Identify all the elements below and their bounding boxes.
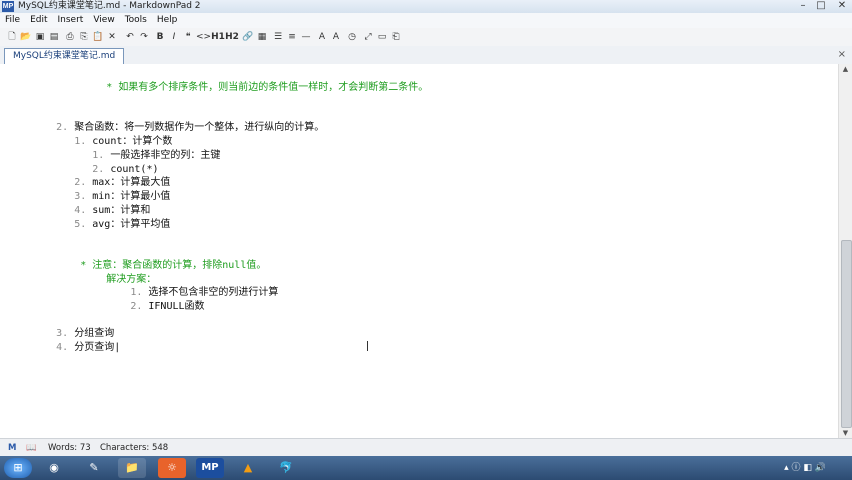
list-number: 2. <box>130 301 149 312</box>
preview-icon[interactable]: ⤢ <box>362 31 374 43</box>
redo-icon[interactable]: ↷ <box>138 31 150 43</box>
taskbar-chrome-icon[interactable]: ◉ <box>40 458 68 478</box>
font-larger-icon[interactable]: A <box>330 31 342 43</box>
minimize-button[interactable]: – <box>794 0 812 12</box>
quote-icon[interactable]: ❝ <box>182 31 194 43</box>
title-bar: MP MySQL约束课堂笔记.md - MarkdownPad 2 – □ ✕ <box>0 0 852 14</box>
line-text: IFNULL函数 <box>148 301 205 312</box>
taskbar-paint-icon[interactable]: ✎ <box>80 458 108 478</box>
menu-edit[interactable]: Edit <box>25 13 52 28</box>
markdown-mode-icon[interactable]: M <box>8 439 16 457</box>
menu-help[interactable]: Help <box>152 13 183 28</box>
taskbar-dolphin-icon[interactable]: 🐬 <box>272 458 300 478</box>
scrollbar-thumb[interactable] <box>841 240 852 428</box>
book-icon[interactable]: 📖 <box>26 439 37 457</box>
mouse-ibeam-cursor <box>367 341 370 351</box>
word-count: Words: 73 <box>48 443 91 453</box>
scroll-down-icon[interactable]: ▼ <box>839 428 852 438</box>
line-text: 如果有多个排序条件，则当前边的条件值一样时，才会判断第二条件。 <box>118 82 429 93</box>
bold-icon[interactable]: B <box>154 31 166 43</box>
italic-icon[interactable]: I <box>168 31 180 43</box>
new-file-icon[interactable]: 🗋 <box>6 31 18 43</box>
image-icon[interactable]: ▦ <box>256 31 268 43</box>
text-line-8: 5. avg：计算平均值 <box>20 205 170 244</box>
window-title: MySQL约束课堂笔记.md - MarkdownPad 2 <box>18 1 201 11</box>
maximize-button[interactable]: □ <box>812 0 830 12</box>
line-text: avg：计算平均值 <box>92 219 171 230</box>
menu-insert[interactable]: Insert <box>53 13 89 28</box>
horizontal-rule-icon[interactable]: — <box>300 31 312 43</box>
heading2-icon[interactable]: H2 <box>225 31 239 43</box>
menu-tools[interactable]: Tools <box>120 13 152 28</box>
tab-document[interactable]: MySQL约束课堂笔记.md <box>4 48 125 64</box>
vertical-scrollbar[interactable]: ▲ ▼ <box>838 64 852 438</box>
save-all-icon[interactable]: ▤ <box>48 31 60 43</box>
menu-bar: File Edit Insert View Tools Help <box>0 13 852 28</box>
print-icon[interactable]: ⎙ <box>64 31 76 43</box>
numbered-list-icon[interactable]: ≡ <box>286 31 298 43</box>
copy-icon[interactable]: ⎘ <box>78 31 90 43</box>
tab-bar: MySQL约束课堂笔记.md × <box>0 46 852 65</box>
save-icon[interactable]: ▣ <box>34 31 46 43</box>
taskbar-vlc-icon[interactable]: ▲ <box>234 458 262 478</box>
taskbar-folder-icon[interactable]: 📁 <box>118 458 146 478</box>
taskbar-markdownpad-icon[interactable]: MP <box>196 458 224 478</box>
taskbar-app-icon[interactable]: ☼ <box>158 458 186 478</box>
status-bar: M 📖 Words: 73 Characters: 548 <box>0 438 852 457</box>
browser-icon[interactable]: ⎗ <box>390 31 402 43</box>
menu-file[interactable]: File <box>0 13 25 28</box>
line-text: 分页查询 <box>74 342 115 353</box>
system-tray[interactable]: ▴ ⓘ ◧ 🔊 <box>770 458 840 478</box>
scroll-up-icon[interactable]: ▲ <box>839 64 852 74</box>
text-caret: | <box>114 342 121 353</box>
list-number: 4. <box>56 342 75 353</box>
text-line-0: * 如果有多个排序条件，则当前边的条件值一样时，才会判断第二条件。 <box>34 68 428 107</box>
list-number: 5. <box>74 219 93 230</box>
bullet-list-icon[interactable]: ☰ <box>272 31 284 43</box>
menu-view[interactable]: View <box>88 13 119 28</box>
open-folder-icon[interactable]: 📂 <box>20 31 32 43</box>
bullet-marker: * <box>106 82 119 93</box>
export-icon[interactable]: ▭ <box>376 31 388 43</box>
font-smaller-icon[interactable]: A <box>316 31 328 43</box>
character-count: Characters: 548 <box>100 443 169 453</box>
text-line-14: 4. 分页查询| <box>20 328 120 367</box>
close-tab-icon[interactable]: × <box>838 48 846 62</box>
markdownpad-icon: MP <box>2 1 14 12</box>
undo-icon[interactable]: ↶ <box>124 31 136 43</box>
code-icon[interactable]: <> <box>196 31 211 43</box>
paste-icon[interactable]: 📋 <box>92 31 104 43</box>
link-icon[interactable]: 🔗 <box>242 31 254 43</box>
windows-taskbar: ⊞ ◉ ✎ 📁 ☼ MP ▲ 🐬 ▴ ⓘ ◧ 🔊 <box>0 456 852 480</box>
close-button[interactable]: ✕ <box>832 0 852 12</box>
heading1-icon[interactable]: H1 <box>211 31 225 43</box>
markdown-editor[interactable]: * 如果有多个排序条件，则当前边的条件值一样时，才会判断第二条件。 2. 聚合函… <box>0 64 838 438</box>
start-button[interactable]: ⊞ <box>4 458 32 478</box>
delete-icon[interactable]: ✕ <box>106 31 118 43</box>
toolbar: 🗋 📂 ▣ ▤ ⎙ ⎘ 📋 ✕ ↶ ↷ B I ❝ <> H1 H2 🔗 ▦ ☰… <box>0 28 852 47</box>
timestamp-icon[interactable]: ◷ <box>346 31 358 43</box>
